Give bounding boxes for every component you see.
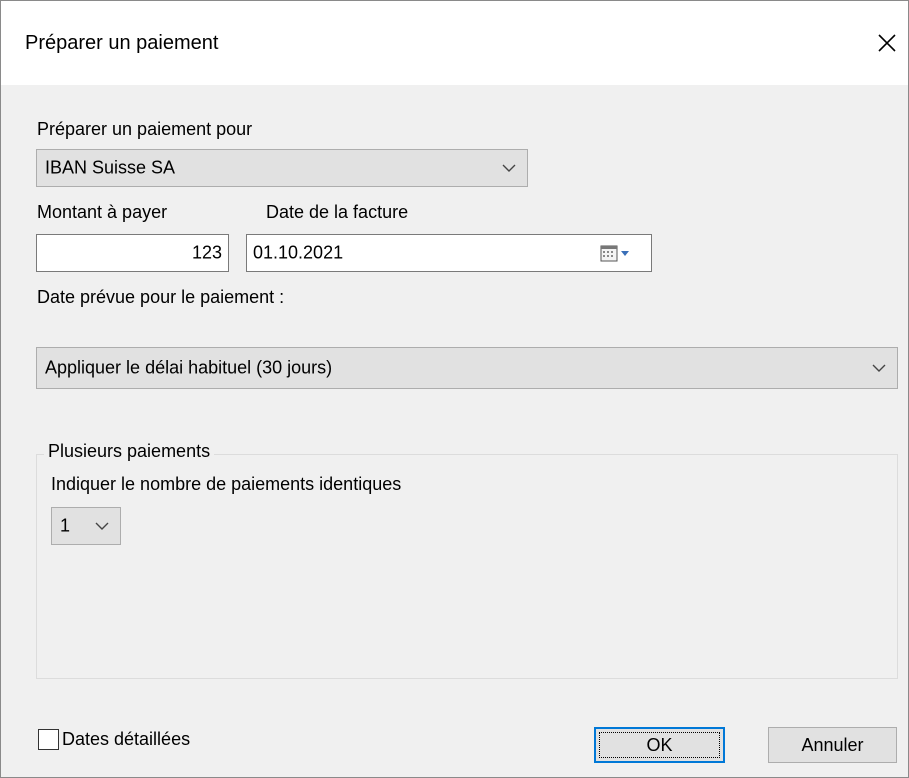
close-icon [878,34,896,52]
payment-count-value: 1 [60,515,71,536]
detailed-dates-label[interactable]: Dates détaillées [62,729,190,750]
invoice-date-value: 01.10.2021 [253,242,344,263]
payee-value: IBAN Suisse SA [45,157,176,178]
multiple-payments-legend: Plusieurs paiements [44,441,215,462]
dialog-title: Préparer un paiement [25,32,219,54]
payment-count-label: Indiquer le nombre de paiements identiqu… [51,474,402,494]
cancel-button[interactable]: Annuler [768,727,897,763]
chevron-down-icon [95,522,109,530]
calendar-icon [600,245,629,262]
payment-count-select[interactable]: 1 [51,507,121,545]
prepare-for-label: Préparer un paiement pour [37,119,253,139]
amount-field[interactable]: 123 [36,234,229,272]
chevron-down-icon [502,164,516,172]
payee-select[interactable]: IBAN Suisse SA [36,149,528,187]
invoice-date-picker[interactable]: 01.10.2021 [246,234,652,272]
chevron-down-icon [872,364,886,372]
close-button[interactable] [867,23,907,63]
calendar-button[interactable] [599,244,641,264]
amount-value: 123 [191,242,222,263]
detailed-dates-checkbox[interactable] [38,729,59,750]
title-bar[interactable]: Préparer un paiement [1,1,908,85]
ok-button[interactable]: OK [594,727,725,763]
invoice-date-label: Date de la facture [266,202,409,222]
planned-date-select[interactable]: Appliquer le délai habituel (30 jours) [36,347,898,389]
planned-date-value: Appliquer le délai habituel (30 jours) [45,357,333,378]
cancel-button-label: Annuler [801,734,864,755]
payment-dialog: Préparer un paiement Préparer un paiemen… [0,0,909,778]
planned-date-label: Date prévue pour le paiement : [37,287,285,307]
focus-rectangle [599,732,720,758]
amount-label: Montant à payer [37,202,168,222]
